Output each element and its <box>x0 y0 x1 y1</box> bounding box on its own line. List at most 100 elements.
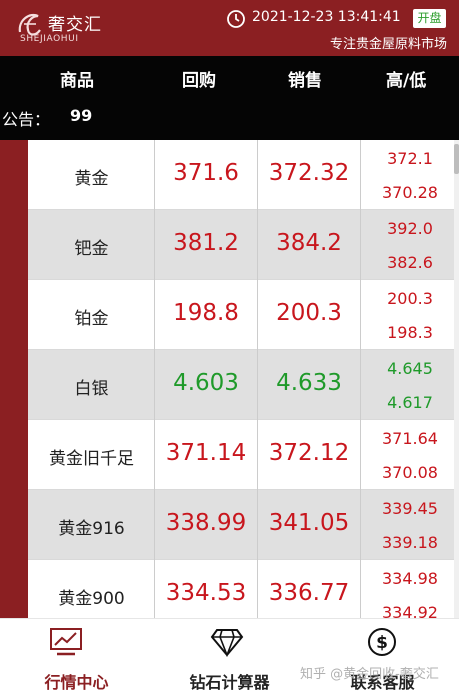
cell-sell: 372.12 <box>258 420 361 490</box>
high-price: 334.98 <box>382 569 438 588</box>
low-price: 198.3 <box>387 323 433 342</box>
sell-price: 336.77 <box>268 580 350 606</box>
cell-highlow: 200.3 198.3 <box>361 280 459 350</box>
table-row[interactable]: 黄金 371.6 372.32 372.1 370.28 <box>28 140 459 210</box>
svg-text:$: $ <box>376 633 388 653</box>
table-row[interactable]: 白银 4.603 4.633 4.645 4.617 <box>28 350 459 420</box>
sell-price: 200.3 <box>276 300 342 326</box>
commodity-name: 黄金 <box>74 169 109 189</box>
cell-name: 钯金 <box>28 210 155 280</box>
column-header-highlow: 高/低 <box>386 71 427 91</box>
buy-price: 371.6 <box>173 160 239 186</box>
sell-price: 4.633 <box>276 370 342 396</box>
high-price: 4.645 <box>387 359 433 378</box>
cell-name: 黄金 <box>28 140 155 210</box>
cell-sell: 4.633 <box>258 350 361 420</box>
buy-price: 198.8 <box>173 300 239 326</box>
nav-diamond-calculator[interactable]: 钻石计算器 <box>153 619 306 691</box>
app-header: 奢交汇 SHEJIAOHUI 2021-12-23 13:41:41 开盘 专注… <box>0 0 459 56</box>
cell-sell: 200.3 <box>258 280 361 350</box>
column-header-name: 商品 <box>60 71 94 91</box>
cell-highlow: 334.98 334.92 <box>361 560 459 618</box>
buy-price: 338.99 <box>165 510 247 536</box>
high-price: 339.45 <box>382 499 438 518</box>
table-row[interactable]: 黄金旧千足 371.14 372.12 371.64 370.08 <box>28 420 459 490</box>
buy-price: 381.2 <box>173 230 239 256</box>
table-row[interactable]: 黄金916 338.99 341.05 339.45 339.18 <box>28 490 459 560</box>
commodity-name: 黄金旧千足 <box>49 449 134 469</box>
clock-icon <box>227 10 245 28</box>
sell-price: 372.32 <box>268 160 350 186</box>
low-price: 339.18 <box>382 533 438 552</box>
cell-sell: 341.05 <box>258 490 361 560</box>
notice-bar: 公告： 99 <box>0 100 459 140</box>
cell-highlow: 371.64 370.08 <box>361 420 459 490</box>
diamond-icon <box>210 629 244 657</box>
scrollbar-thumb[interactable] <box>454 144 459 174</box>
tagline: 专注贵金屋原料市场 <box>329 37 447 52</box>
nav-label: 行情中心 <box>44 673 109 691</box>
high-price: 200.3 <box>387 289 433 308</box>
high-price: 371.64 <box>382 429 438 448</box>
sell-price: 384.2 <box>276 230 342 256</box>
logo-subtitle: SHEJIAOHUI <box>20 34 79 44</box>
cell-highlow: 4.645 4.617 <box>361 350 459 420</box>
cell-highlow: 392.0 382.6 <box>361 210 459 280</box>
bottom-nav: 行情中心 钻石计算器 $ 联系客服 知乎 @黄金回收-奢交汇 <box>0 618 459 691</box>
nav-label: 钻石计算器 <box>189 673 270 691</box>
cell-name: 黄金900 <box>28 560 155 618</box>
datetime-display: 2021-12-23 13:41:41 <box>252 9 401 25</box>
notice-label: 公告： <box>2 110 51 129</box>
price-table[interactable]: 黄金 371.6 372.32 372.1 370.28 钯金 381.2 38… <box>28 140 459 618</box>
commodity-name: 铂金 <box>74 309 109 329</box>
side-accent-bar <box>0 140 28 618</box>
commodity-name: 黄金916 <box>58 519 125 539</box>
table-row[interactable]: 钯金 381.2 384.2 392.0 382.6 <box>28 210 459 280</box>
dollar-circle-icon: $ <box>368 628 396 656</box>
low-price: 370.28 <box>382 183 438 202</box>
logo-text: 奢交汇 <box>48 15 102 35</box>
cell-sell: 384.2 <box>258 210 361 280</box>
table-column-header: 商品 回购 销售 高/低 <box>0 56 459 100</box>
cell-buy: 371.14 <box>155 420 258 490</box>
cell-buy: 338.99 <box>155 490 258 560</box>
cell-name: 黄金916 <box>28 490 155 560</box>
market-status-badge: 开盘 <box>413 9 446 28</box>
column-header-sell: 销售 <box>288 71 322 91</box>
buy-price: 4.603 <box>173 370 239 396</box>
cell-buy: 334.53 <box>155 560 258 618</box>
nav-market-center[interactable]: 行情中心 <box>0 619 153 691</box>
low-price: 334.92 <box>382 603 438 618</box>
cell-name: 铂金 <box>28 280 155 350</box>
table-row[interactable]: 黄金900 334.53 336.77 334.98 334.92 <box>28 560 459 618</box>
low-price: 4.617 <box>387 393 433 412</box>
watermark-text: 知乎 @黄金回收-奢交汇 <box>300 667 439 682</box>
buy-price: 371.14 <box>165 440 247 466</box>
cell-buy: 198.8 <box>155 280 258 350</box>
buy-price: 334.53 <box>165 580 247 606</box>
commodity-name: 黄金900 <box>58 589 125 609</box>
sell-price: 372.12 <box>268 440 350 466</box>
low-price: 382.6 <box>387 253 433 272</box>
cell-name: 白银 <box>28 350 155 420</box>
market-chart-icon <box>50 628 82 656</box>
sell-price: 341.05 <box>268 510 350 536</box>
high-price: 372.1 <box>387 149 433 168</box>
cell-name: 黄金旧千足 <box>28 420 155 490</box>
cell-buy: 381.2 <box>155 210 258 280</box>
column-header-buy: 回购 <box>182 71 216 91</box>
table-row[interactable]: 铂金 198.8 200.3 200.3 198.3 <box>28 280 459 350</box>
commodity-name: 白银 <box>74 379 109 399</box>
high-price: 392.0 <box>387 219 433 238</box>
cell-highlow: 339.45 339.18 <box>361 490 459 560</box>
commodity-name: 钯金 <box>74 239 109 259</box>
cell-buy: 4.603 <box>155 350 258 420</box>
cell-highlow: 372.1 370.28 <box>361 140 459 210</box>
table-scrollbar[interactable] <box>454 140 459 618</box>
logo: 奢交汇 SHEJIAOHUI <box>16 8 126 48</box>
cell-sell: 336.77 <box>258 560 361 618</box>
notice-text: 99 <box>70 106 93 125</box>
cell-buy: 371.6 <box>155 140 258 210</box>
low-price: 370.08 <box>382 463 438 482</box>
cell-sell: 372.32 <box>258 140 361 210</box>
